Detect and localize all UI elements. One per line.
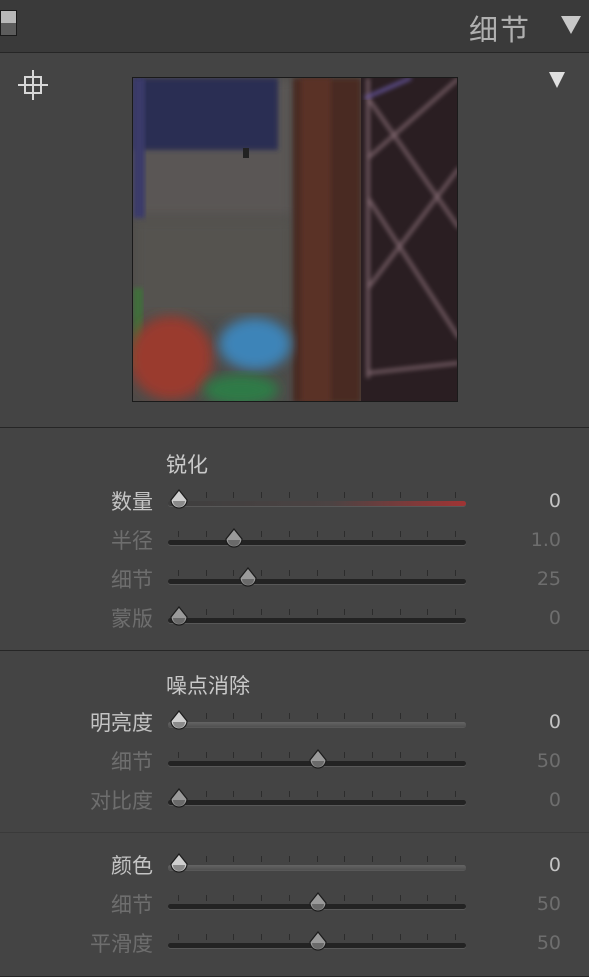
slider-thumb[interactable] <box>169 489 189 510</box>
slider-row[interactable]: 颜色 0 <box>0 852 589 882</box>
slider-label: 细节 <box>111 568 153 592</box>
slider-thumb[interactable] <box>224 528 244 549</box>
panel-header[interactable]: 细节 <box>0 0 589 53</box>
slider-track[interactable] <box>168 800 466 805</box>
slider-ticks <box>178 492 456 498</box>
slider-value[interactable]: 0 <box>549 854 561 876</box>
panel-switch-icon[interactable] <box>0 10 17 36</box>
section-divider <box>0 427 589 428</box>
slider-thumb[interactable] <box>169 710 189 731</box>
slider-row[interactable]: 数量 0 <box>0 488 589 518</box>
slider-label: 半径 <box>111 529 153 553</box>
sharpening-title: 锐化 <box>166 453 208 477</box>
slider-thumb[interactable] <box>308 931 328 952</box>
slider-label: 对比度 <box>90 789 153 813</box>
slider-ticks <box>178 856 456 862</box>
slider-track[interactable] <box>168 579 466 584</box>
slider-row[interactable]: 细节 50 <box>0 891 589 921</box>
slider-ticks <box>178 713 456 719</box>
noise-reduction-title: 噪点消除 <box>166 674 250 698</box>
slider-value[interactable]: 50 <box>537 932 561 954</box>
slider-label: 细节 <box>111 893 153 917</box>
panel-title[interactable]: 细节 <box>469 7 531 49</box>
slider-track[interactable] <box>168 501 466 506</box>
slider-label: 平滑度 <box>90 932 153 956</box>
slider-ticks <box>178 570 456 576</box>
slider-thumb[interactable] <box>169 606 189 627</box>
slider-row[interactable]: 平滑度 50 <box>0 930 589 960</box>
slider-track[interactable] <box>168 722 466 727</box>
slider-track[interactable] <box>168 618 466 623</box>
slider-value[interactable]: 0 <box>549 711 561 733</box>
slider-row[interactable]: 对比度 0 <box>0 787 589 817</box>
crosshair-target-icon[interactable] <box>17 69 49 101</box>
slider-track[interactable] <box>168 540 466 545</box>
slider-value[interactable]: 1.0 <box>531 529 561 551</box>
slider-value[interactable]: 50 <box>537 893 561 915</box>
detail-preview-image[interactable] <box>132 77 458 402</box>
slider-row[interactable]: 细节 50 <box>0 748 589 778</box>
slider-value[interactable]: 0 <box>549 607 561 629</box>
slider-row[interactable]: 蒙版 0 <box>0 605 589 635</box>
slider-ticks <box>178 791 456 797</box>
slider-label: 明亮度 <box>90 711 153 735</box>
section-divider <box>0 650 589 651</box>
slider-row[interactable]: 细节 25 <box>0 566 589 596</box>
slider-track[interactable] <box>168 865 466 870</box>
slider-value[interactable]: 0 <box>549 789 561 811</box>
triangle-down-icon[interactable] <box>561 16 581 34</box>
slider-value[interactable]: 25 <box>537 568 561 590</box>
slider-row[interactable]: 明亮度 0 <box>0 709 589 739</box>
slider-thumb[interactable] <box>238 567 258 588</box>
slider-label: 细节 <box>111 750 153 774</box>
slider-ticks <box>178 609 456 615</box>
slider-thumb[interactable] <box>169 788 189 809</box>
slider-ticks <box>178 531 456 537</box>
slider-thumb[interactable] <box>308 892 328 913</box>
slider-thumb[interactable] <box>169 853 189 874</box>
slider-value[interactable]: 0 <box>549 490 561 512</box>
slider-label: 蒙版 <box>111 607 153 631</box>
preview-menu-icon[interactable] <box>549 72 565 88</box>
subsection-divider <box>0 832 589 833</box>
slider-value[interactable]: 50 <box>537 750 561 772</box>
slider-row[interactable]: 半径 1.0 <box>0 527 589 557</box>
slider-label: 颜色 <box>111 854 153 878</box>
slider-label: 数量 <box>111 490 153 514</box>
slider-thumb[interactable] <box>308 749 328 770</box>
